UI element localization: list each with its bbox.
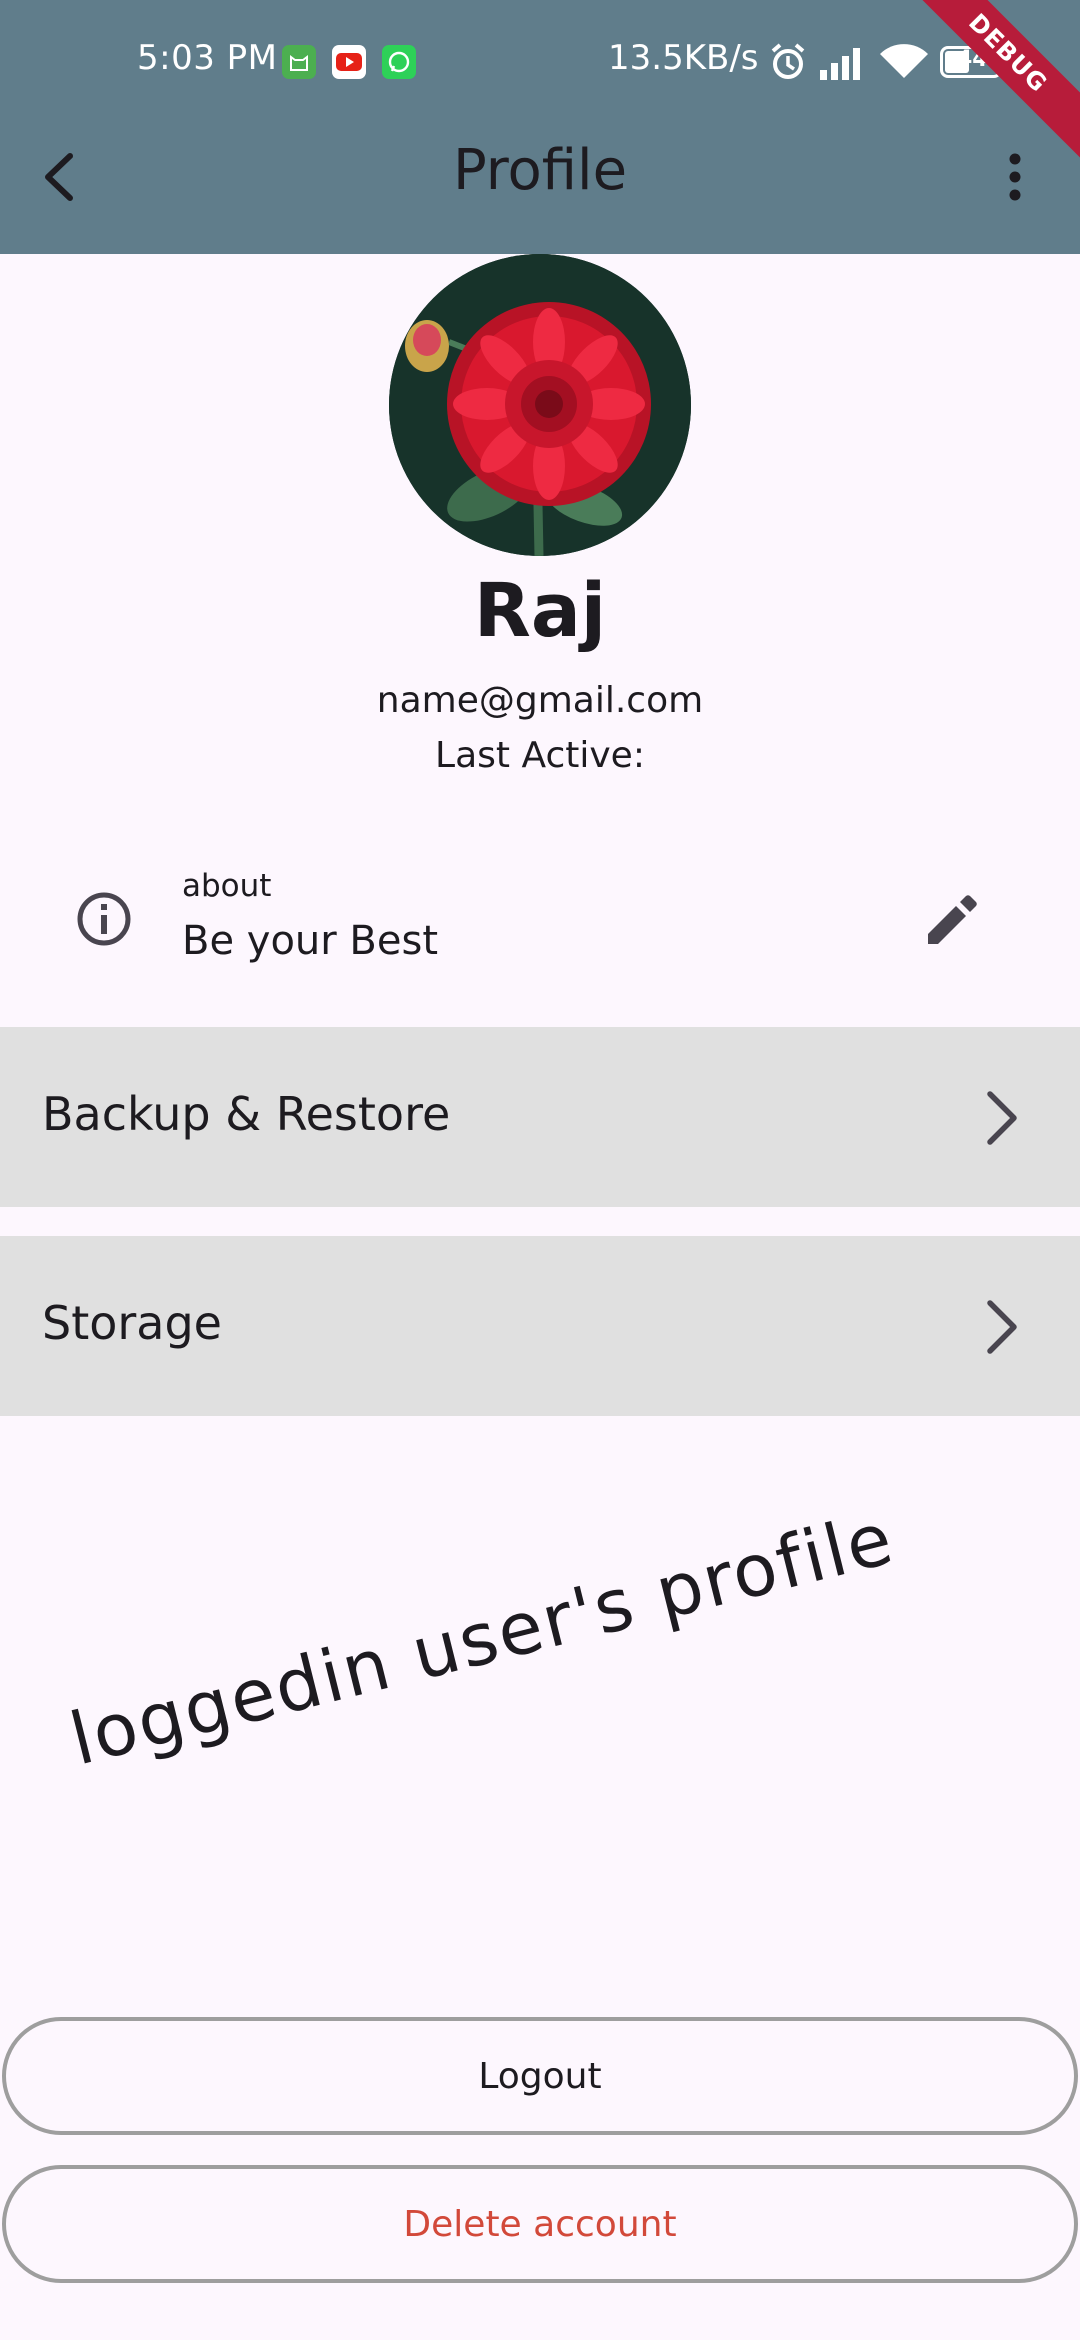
profile-email: name@gmail.com	[376, 680, 704, 721]
storage-label: Storage	[42, 1296, 222, 1350]
app-bar: 5:03 PM 13.5KB/s 44 DEBUG Profile	[0, 0, 1080, 254]
whatsapp-icon	[382, 45, 416, 79]
about-text: Be your Best	[182, 918, 438, 964]
backup-restore-label: Backup & Restore	[42, 1087, 451, 1141]
more-vert-icon[interactable]	[1000, 150, 1030, 204]
alarm-icon	[771, 43, 805, 79]
youtube-icon	[332, 45, 366, 79]
delete-account-button[interactable]: Delete account	[2, 2165, 1078, 2283]
network-speed: 13.5KB/s	[608, 38, 759, 78]
last-active: Last Active:	[435, 735, 645, 776]
backup-restore-row[interactable]: Backup & Restore	[0, 1027, 1080, 1207]
status-time: 5:03 PM	[137, 38, 278, 78]
logout-button[interactable]: Logout	[2, 2017, 1078, 2135]
signal-icon	[820, 48, 860, 80]
wifi-icon	[880, 44, 928, 78]
profile-name: Raj	[473, 568, 607, 654]
info-icon	[77, 892, 131, 946]
edit-icon[interactable]	[924, 892, 980, 948]
status-bar: 5:03 PM 13.5KB/s 44	[0, 0, 1080, 125]
cat-app-icon	[282, 45, 316, 79]
storage-row[interactable]: Storage	[0, 1236, 1080, 1416]
watermark-text: loggedin user's profile	[62, 1495, 902, 1782]
flower-avatar-image	[389, 254, 691, 556]
avatar[interactable]	[389, 254, 691, 556]
chevron-right-icon	[987, 1091, 1017, 1145]
about-label: about	[182, 868, 272, 904]
page-title: Profile	[452, 138, 628, 203]
about-tile[interactable]: about Be your Best	[0, 840, 1080, 990]
chevron-right-icon	[987, 1300, 1017, 1354]
